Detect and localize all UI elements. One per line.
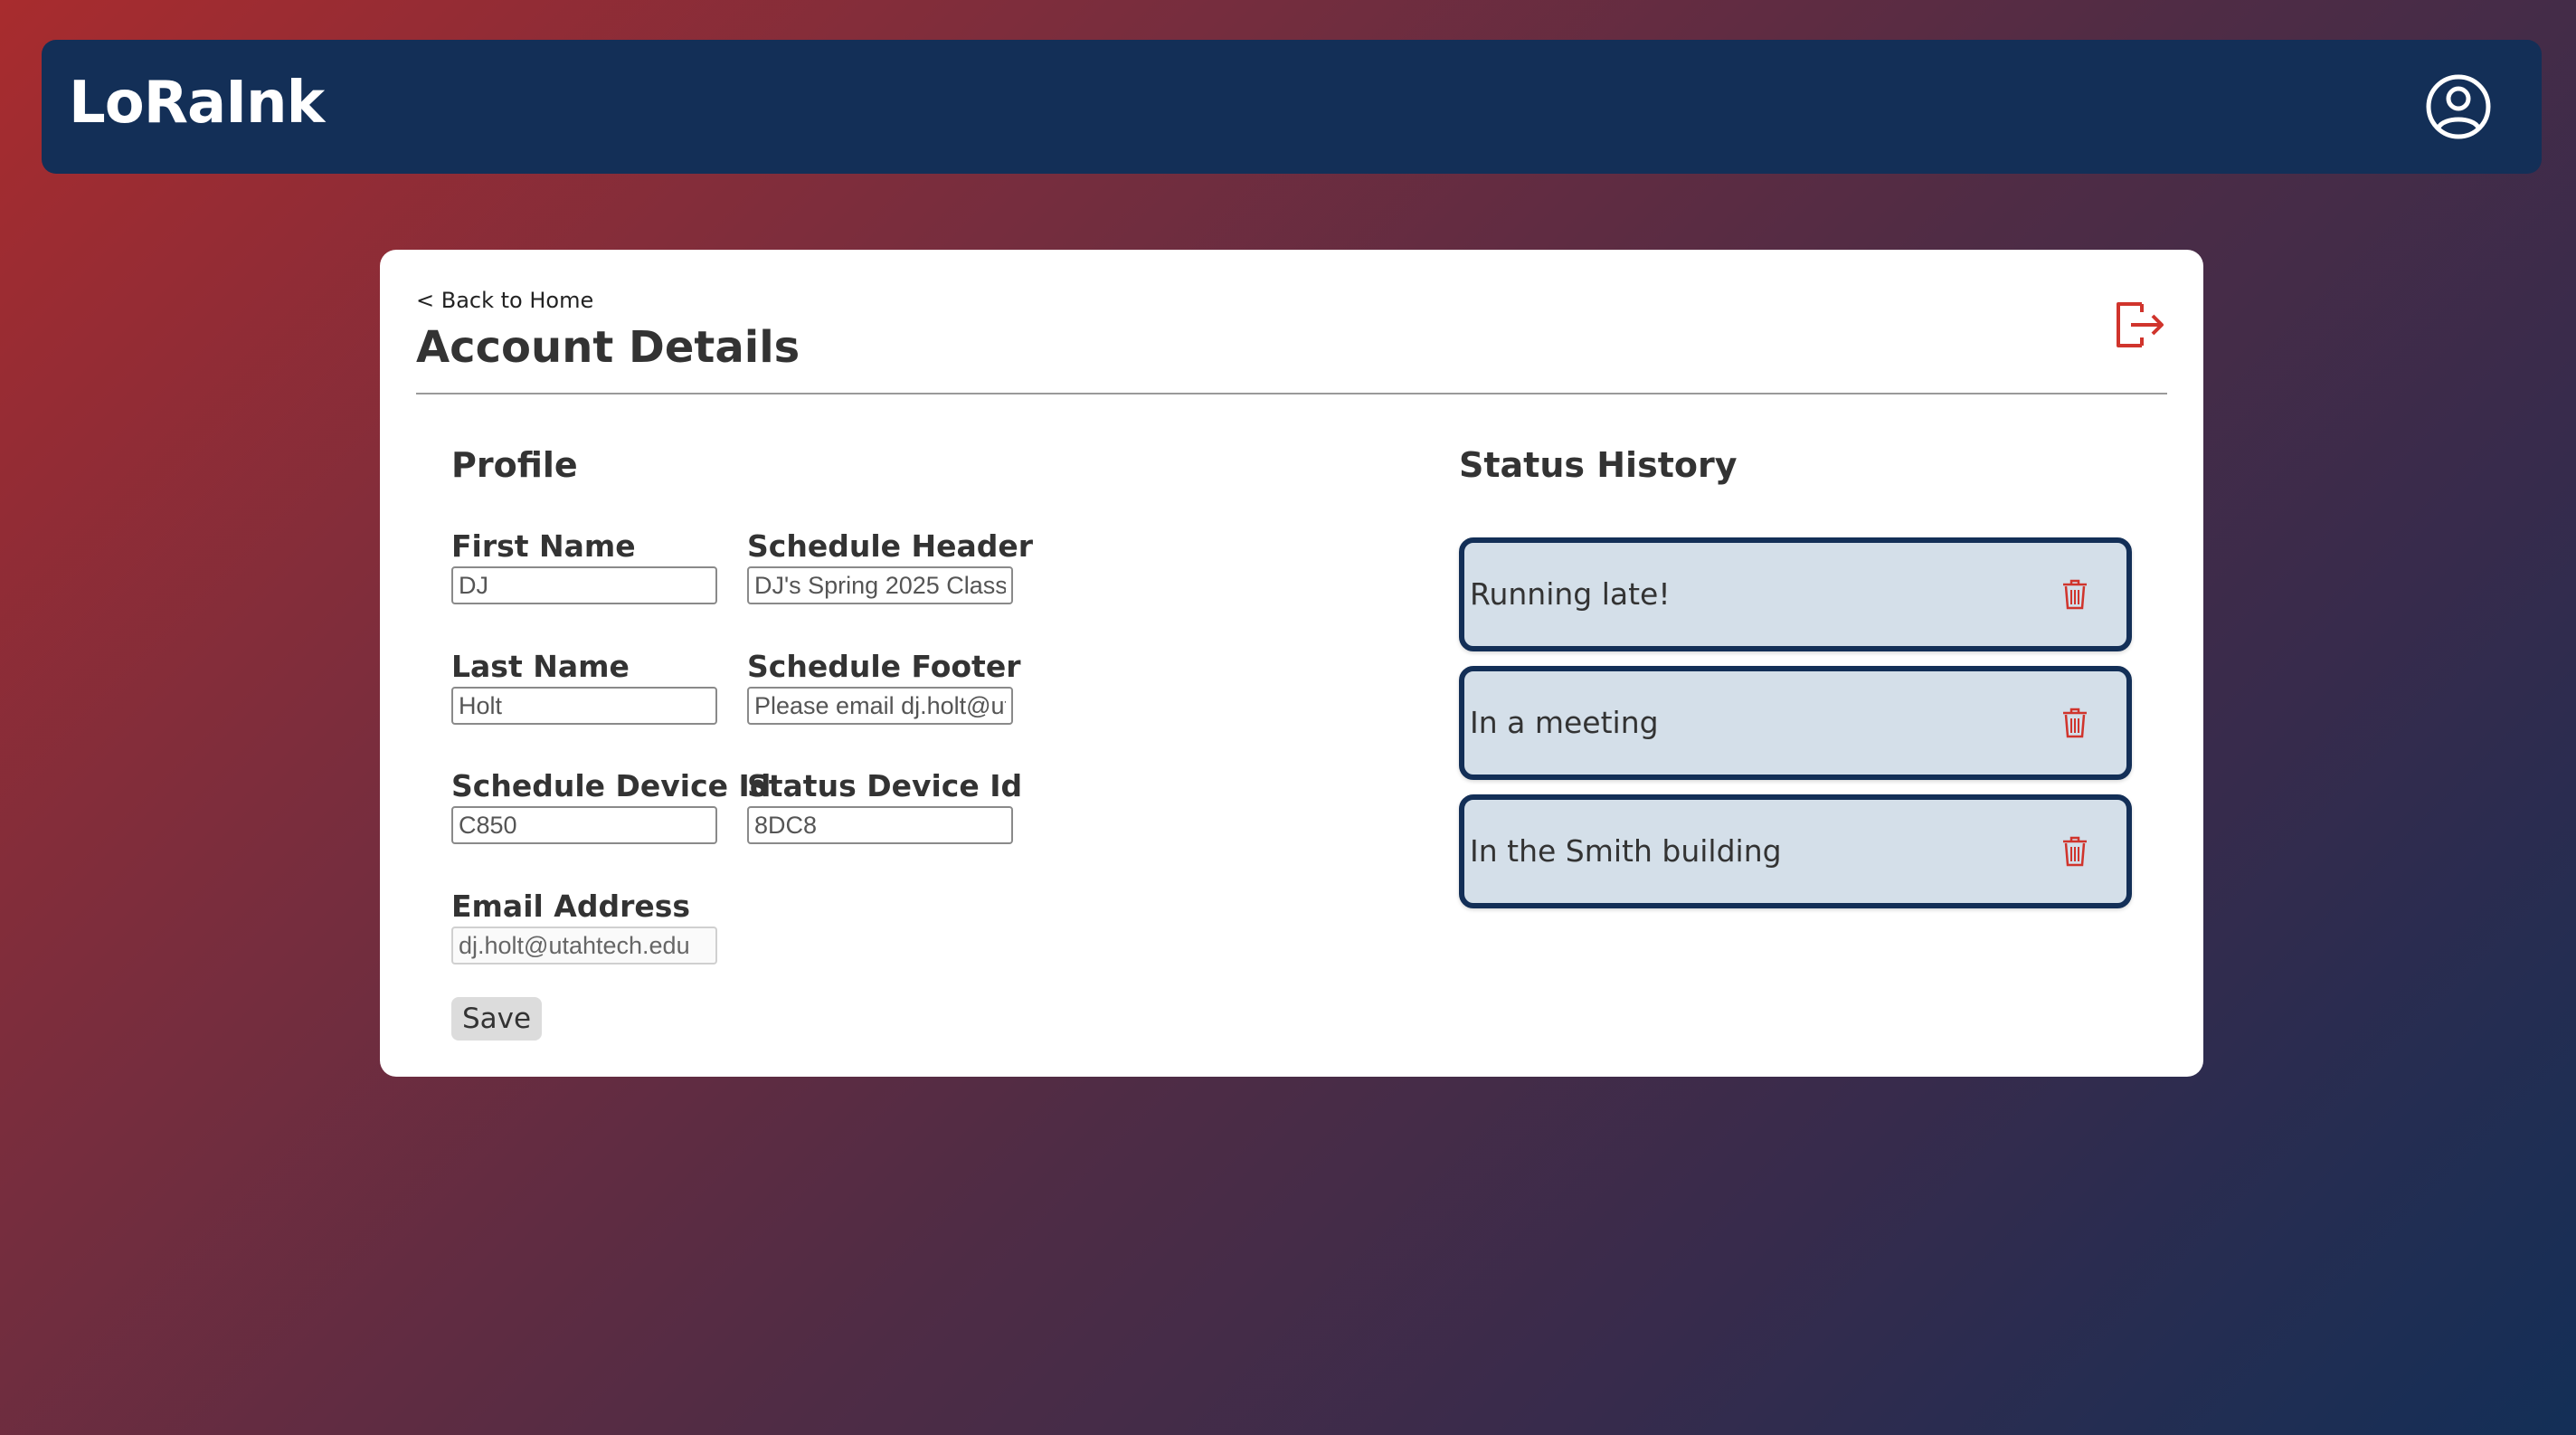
schedule-header-field: Schedule Header bbox=[747, 528, 1033, 604]
email-field: Email Address bbox=[451, 889, 717, 965]
schedule-device-id-input[interactable] bbox=[451, 806, 717, 844]
schedule-device-id-label: Schedule Device Id bbox=[451, 768, 772, 803]
status-device-id-field: Status Device Id bbox=[747, 768, 1022, 844]
top-nav-bar: LoRaInk bbox=[42, 40, 2542, 174]
schedule-footer-input[interactable] bbox=[747, 687, 1013, 725]
first-name-field: First Name bbox=[451, 528, 717, 604]
status-item-text: In the Smith building bbox=[1470, 833, 1782, 869]
header-divider bbox=[416, 393, 2167, 394]
schedule-header-input[interactable] bbox=[747, 566, 1013, 604]
schedule-footer-field: Schedule Footer bbox=[747, 649, 1020, 725]
profile-section-title: Profile bbox=[451, 445, 578, 485]
user-circle-icon[interactable] bbox=[2424, 72, 2493, 141]
status-item-text: In a meeting bbox=[1470, 705, 1659, 740]
account-details-card: < Back to Home Account Details Profile F… bbox=[380, 250, 2203, 1077]
schedule-device-id-field: Schedule Device Id bbox=[451, 768, 771, 844]
app-logo[interactable]: LoRaInk bbox=[69, 67, 325, 139]
status-history-title: Status History bbox=[1459, 445, 1738, 485]
back-to-home-link[interactable]: < Back to Home bbox=[416, 288, 593, 313]
trash-icon[interactable] bbox=[2061, 708, 2088, 738]
first-name-input[interactable] bbox=[451, 566, 717, 604]
page-title: Account Details bbox=[416, 322, 800, 373]
trash-icon[interactable] bbox=[2061, 579, 2088, 610]
save-button[interactable]: Save bbox=[451, 997, 543, 1041]
status-item[interactable]: Running late! bbox=[1459, 537, 2132, 651]
status-item[interactable]: In the Smith building bbox=[1459, 794, 2132, 908]
last-name-field: Last Name bbox=[451, 649, 717, 725]
email-label: Email Address bbox=[451, 889, 691, 924]
last-name-input[interactable] bbox=[451, 687, 717, 725]
schedule-header-label: Schedule Header bbox=[747, 528, 1034, 564]
first-name-label: First Name bbox=[451, 528, 636, 564]
trash-icon[interactable] bbox=[2061, 836, 2088, 867]
logout-icon[interactable] bbox=[2111, 297, 2167, 353]
status-device-id-label: Status Device Id bbox=[747, 768, 1023, 803]
status-item-text: Running late! bbox=[1470, 576, 1671, 612]
last-name-label: Last Name bbox=[451, 649, 630, 684]
email-input[interactable] bbox=[451, 927, 717, 965]
status-item[interactable]: In a meeting bbox=[1459, 666, 2132, 780]
schedule-footer-label: Schedule Footer bbox=[747, 649, 1021, 684]
status-device-id-input[interactable] bbox=[747, 806, 1013, 844]
status-history-list: Running late! In a meeting In the Smith … bbox=[1459, 537, 2132, 923]
